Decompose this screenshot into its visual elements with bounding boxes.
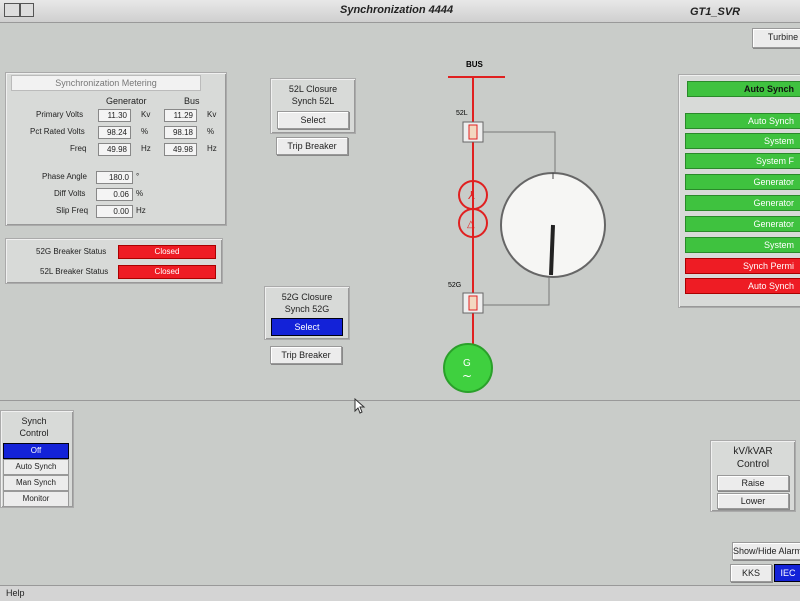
auto-synch-item-alarm: Auto Synch	[685, 278, 800, 294]
row-label-pct-rated-volts: Pct Rated Volts	[30, 127, 85, 136]
row-label-primary-volts: Primary Volts	[36, 110, 84, 119]
col-bus: Bus	[184, 96, 200, 106]
unit: °	[136, 172, 140, 181]
synch-control-subtitle: Control	[19, 428, 49, 438]
auto-synch-item: System	[685, 237, 800, 253]
closure-52g-title: 52G Closure	[281, 292, 333, 302]
closure-52g-subtitle: Synch 52G	[284, 304, 330, 314]
synchroscope-needle	[549, 224, 555, 276]
section-divider	[0, 400, 800, 401]
auto-synch-item: Generator	[685, 195, 800, 211]
status-52l-value: Closed	[118, 265, 216, 279]
mouse-cursor-icon	[354, 398, 366, 414]
window-title: Synchronization 4444	[340, 4, 454, 16]
breaker-52l-label: 52L	[456, 110, 468, 117]
unit: Hz	[136, 206, 146, 215]
unit: %	[136, 189, 144, 198]
auto-synch-item: System F	[685, 153, 800, 169]
gen-pct-rated-volts: 98.24	[98, 126, 131, 139]
window-menu-icon[interactable]	[4, 3, 20, 17]
breaker-status-panel: 52G Breaker Status Closed 52L Breaker St…	[5, 238, 223, 284]
closure-52l-panel: 52L Closure Synch 52L Select	[270, 78, 356, 134]
synch-option-manual[interactable]: Man Synch	[3, 475, 69, 491]
closure-52l-subtitle: Synch 52L	[291, 96, 335, 106]
unit: %	[207, 127, 215, 136]
diff-volts-value: 0.06	[96, 188, 133, 201]
unit: Hz	[207, 144, 217, 153]
auto-synch-item-alarm: Synch Permi	[685, 258, 800, 274]
generator-ac-symbol: ~	[462, 369, 472, 383]
bus-freq: 49.98	[164, 143, 197, 156]
kv-control-panel: kV/kVAR Control Raise Lower	[710, 440, 796, 512]
sync-wire-top	[483, 131, 556, 177]
trip-52l-button[interactable]: Trip Breaker	[276, 137, 348, 155]
select-52g-button[interactable]: Select	[271, 318, 343, 336]
label-slip-freq: Slip Freq	[56, 206, 89, 215]
sync-wire-bottom	[483, 277, 550, 306]
unit: %	[141, 127, 149, 136]
status-bar: Help	[0, 585, 800, 601]
metering-panel: Synchronization Metering Generator Bus P…	[5, 72, 227, 226]
iec-button[interactable]: IEC	[774, 564, 800, 582]
unit: Kv	[141, 110, 151, 119]
label-diff-volts: Diff Volts	[54, 189, 86, 198]
status-label-52l: 52L Breaker Status	[40, 267, 109, 276]
auto-synch-item: Generator	[685, 174, 800, 190]
trip-52g-button[interactable]: Trip Breaker	[270, 346, 342, 364]
auto-synch-panel: Auto Synch Auto Synch System System F Ge…	[678, 74, 800, 308]
window-restore-icon[interactable]	[20, 3, 34, 17]
synch-option-auto[interactable]: Auto Synch	[3, 459, 69, 475]
auto-synch-item: Auto Synch	[685, 113, 800, 129]
lower-button[interactable]: Lower	[717, 493, 789, 509]
col-generator: Generator	[106, 96, 147, 106]
synch-option-monitor[interactable]: Monitor	[3, 491, 69, 507]
metering-title: Synchronization Metering	[11, 75, 201, 91]
title-bar: Synchronization 4444 GT1_SVR	[0, 0, 800, 23]
gen-primary-volts: 11.30	[98, 109, 131, 122]
wye-symbol: ⅄	[468, 189, 475, 202]
closure-52l-title: 52L Closure	[288, 84, 338, 94]
kks-button[interactable]: KKS	[730, 564, 772, 582]
delta-symbol: △	[467, 219, 475, 230]
auto-synch-item: System	[685, 133, 800, 149]
raise-button[interactable]: Raise	[717, 475, 789, 491]
auto-synch-header: Auto Synch	[687, 81, 800, 97]
closure-52g-panel: 52G Closure Synch 52G Select	[264, 286, 350, 340]
breaker-52g-label: 52G	[448, 282, 461, 289]
oneline-diagram: BUS 52L ⅄ △ 52G G ~	[443, 60, 606, 393]
select-52l-button[interactable]: Select	[277, 111, 349, 129]
generator-label: G	[463, 358, 471, 369]
synch-option-off[interactable]: Off	[3, 443, 69, 459]
show-hide-alarm-button[interactable]: Show/Hide Alarm	[732, 542, 800, 560]
breaker-52l-contact	[468, 124, 478, 140]
synch-control-panel: Synch Control Off Auto Synch Man Synch M…	[0, 410, 74, 508]
slip-freq-value: 0.00	[96, 205, 133, 218]
unit: Hz	[141, 144, 151, 153]
breaker-52g-contact	[468, 295, 478, 311]
gen-freq: 49.98	[98, 143, 131, 156]
row-label-freq: Freq	[70, 144, 87, 153]
turbine-button[interactable]: Turbine	[752, 28, 800, 48]
synch-control-title: Synch	[21, 416, 47, 426]
bus-label: BUS	[466, 60, 484, 69]
help-label[interactable]: Help	[6, 588, 25, 598]
kv-control-title: kV/kVAR	[733, 446, 773, 457]
auto-synch-item: Generator	[685, 216, 800, 232]
bus-pct-rated-volts: 98.18	[164, 126, 197, 139]
status-label-52g: 52G Breaker Status	[36, 247, 107, 256]
bus-primary-volts: 11.29	[164, 109, 197, 122]
label-phase-angle: Phase Angle	[42, 172, 87, 181]
unit: Kv	[207, 110, 217, 119]
phase-angle-value: 180.0	[96, 171, 133, 184]
status-52g-value: Closed	[118, 245, 216, 259]
kv-control-subtitle: Control	[736, 459, 770, 470]
server-label: GT1_SVR	[690, 6, 741, 18]
